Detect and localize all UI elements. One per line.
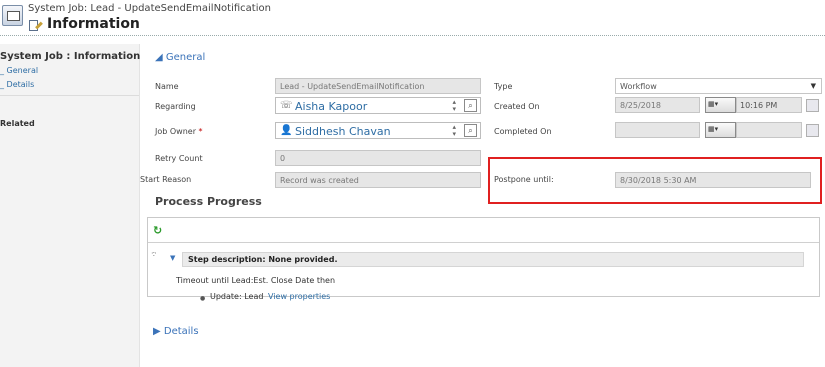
spin-arrows-icon: ▴ ▾ xyxy=(452,98,456,113)
user-icon: 👤 xyxy=(280,125,293,136)
details-section-toggle[interactable]: ▶ Details xyxy=(153,326,199,337)
type-label: Type xyxy=(494,82,513,91)
nav-link-general[interactable]: _ General xyxy=(0,66,38,75)
completed-on-date-field[interactable] xyxy=(615,122,700,138)
page-title: Information xyxy=(47,16,140,32)
regarding-lookup[interactable]: ☏ Aisha Kapoor ▴ ▾ ⌕ xyxy=(275,97,481,114)
completed-on-time-field[interactable] xyxy=(736,122,802,138)
name-field[interactable]: Lead - UpdateSendEmailNotification xyxy=(275,78,481,94)
job-owner-label: Job Owner * xyxy=(155,127,203,136)
created-on-date-field[interactable]: 8/25/2018 xyxy=(615,97,700,113)
left-navigation: System Job : Information _ General _ Det… xyxy=(0,44,140,367)
panel-divider xyxy=(148,242,819,243)
time-picker-button[interactable] xyxy=(806,124,819,137)
drag-dots-icon: ·:· xyxy=(151,249,157,258)
start-reason-label: Start Reason xyxy=(140,175,192,184)
chevron-down-icon[interactable]: ▼ xyxy=(170,254,175,262)
regarding-value-link[interactable]: Aisha Kapoor xyxy=(295,100,367,113)
nav-related-heading: Related xyxy=(0,119,35,128)
start-reason-field[interactable]: Record was created xyxy=(275,172,481,188)
information-edit-icon xyxy=(28,19,43,32)
retry-count-field[interactable]: 0 xyxy=(275,150,481,166)
created-on-time-field[interactable]: 10:16 PM xyxy=(736,97,802,113)
time-picker-button[interactable] xyxy=(806,99,819,112)
lookup-icon[interactable]: ⌕ xyxy=(464,99,477,112)
timeout-text: Timeout until Lead:Est. Close Date then xyxy=(176,276,336,285)
general-section-toggle[interactable]: ◢ General xyxy=(155,52,205,63)
job-owner-lookup[interactable]: 👤 Siddhesh Chavan ▴ ▾ ⌕ xyxy=(275,122,481,139)
process-progress-heading: Process Progress xyxy=(155,195,262,208)
type-value: Workflow xyxy=(620,82,657,91)
retry-count-label: Retry Count xyxy=(155,154,203,163)
nav-divider xyxy=(0,95,139,96)
update-step-text: Update: Lead xyxy=(210,292,264,301)
record-subtitle: System Job: Lead - UpdateSendEmailNotifi… xyxy=(28,3,271,14)
system-job-icon xyxy=(2,5,23,26)
regarding-label: Regarding xyxy=(155,102,196,111)
calendar-icon[interactable]: ▦▾ xyxy=(705,122,736,138)
lookup-icon[interactable]: ⌕ xyxy=(464,124,477,137)
form-header: System Job: Lead - UpdateSendEmailNotifi… xyxy=(0,0,825,36)
refresh-icon[interactable]: ↻ xyxy=(153,224,162,237)
job-owner-value-link[interactable]: Siddhesh Chavan xyxy=(295,125,391,138)
bullet-icon: ● xyxy=(200,295,206,302)
created-on-label: Created On xyxy=(494,102,540,111)
calendar-icon[interactable]: ▦▾ xyxy=(705,97,736,113)
view-properties-link[interactable]: View properties xyxy=(268,292,330,301)
chevron-down-icon: ▼ xyxy=(810,82,816,90)
required-marker: * xyxy=(198,127,203,136)
name-label: Name xyxy=(155,82,179,91)
step-description-bar[interactable]: Step description: None provided. xyxy=(182,252,804,267)
lead-contact-icon: ☏ xyxy=(280,100,293,111)
completed-on-label: Completed On xyxy=(494,127,552,136)
spin-arrows-icon: ▴ ▾ xyxy=(452,123,456,138)
annotation-highlight-box xyxy=(488,157,822,204)
process-progress-panel: ↻ ·:· ▼ Step description: None provided.… xyxy=(147,217,820,302)
type-select[interactable]: Workflow ▼ xyxy=(615,78,822,94)
nav-heading: System Job : Information xyxy=(0,51,141,62)
nav-link-details[interactable]: _ Details xyxy=(0,80,34,89)
